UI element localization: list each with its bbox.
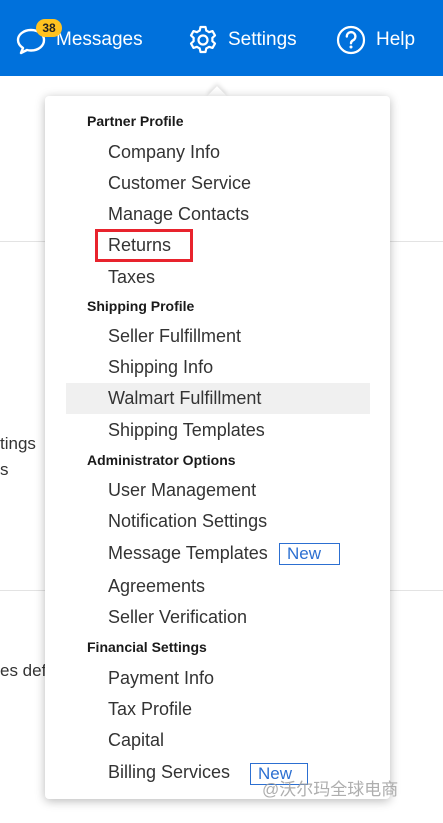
menu-item-seller-fulfillment[interactable]: Seller Fulfillment — [108, 326, 241, 347]
gear-icon — [186, 23, 220, 57]
returns-highlight-annotation — [95, 229, 193, 262]
settings-label: Settings — [228, 29, 297, 50]
menu-item-message-templates[interactable]: Message Templates — [108, 543, 268, 564]
message-count-badge: 38 — [36, 19, 62, 37]
menu-item-capital[interactable]: Capital — [108, 730, 164, 751]
menu-item-shipping-templates[interactable]: Shipping Templates — [108, 420, 265, 441]
settings-dropdown-menu: Partner Profile Company Info Customer Se… — [45, 96, 390, 799]
menu-item-payment-info[interactable]: Payment Info — [108, 668, 214, 689]
help-circle-icon — [334, 23, 368, 57]
menu-item-manage-contacts[interactable]: Manage Contacts — [108, 204, 249, 225]
help-nav[interactable]: Help — [334, 20, 415, 60]
new-badge[interactable]: New — [279, 543, 340, 565]
menu-item-billing-services[interactable]: Billing Services — [108, 762, 230, 783]
menu-item-walmart-fulfillment[interactable]: Walmart Fulfillment — [108, 388, 261, 409]
menu-item-user-management[interactable]: User Management — [108, 480, 256, 501]
menu-item-agreements[interactable]: Agreements — [108, 576, 205, 597]
help-label: Help — [376, 29, 416, 50]
menu-item-tax-profile[interactable]: Tax Profile — [108, 699, 192, 720]
background-text: tings — [0, 434, 36, 453]
menu-item-customer-service[interactable]: Customer Service — [108, 173, 251, 194]
settings-nav[interactable]: Settings — [186, 20, 297, 60]
menu-item-notification-settings[interactable]: Notification Settings — [108, 511, 267, 532]
messages-label: Messages — [56, 29, 143, 50]
menu-item-seller-verification[interactable]: Seller Verification — [108, 607, 247, 628]
background-text: es defi — [0, 661, 51, 680]
menu-item-taxes[interactable]: Taxes — [108, 267, 155, 288]
section-heading-shipping-profile: Shipping Profile — [87, 298, 195, 314]
menu-item-company-info[interactable]: Company Info — [108, 142, 220, 163]
section-heading-partner-profile: Partner Profile — [87, 113, 184, 129]
background-text: s — [0, 460, 9, 479]
watermark: @沃尔玛全球电商 — [262, 780, 399, 799]
menu-item-shipping-info[interactable]: Shipping Info — [108, 357, 213, 378]
section-heading-administrator-options: Administrator Options — [87, 452, 236, 468]
top-nav-bar: 38 Messages Settings Help — [0, 0, 443, 76]
messages-nav[interactable]: 38 Messages — [14, 19, 143, 60]
chat-bubble-icon: 38 — [14, 19, 62, 57]
section-heading-financial-settings: Financial Settings — [87, 639, 207, 655]
